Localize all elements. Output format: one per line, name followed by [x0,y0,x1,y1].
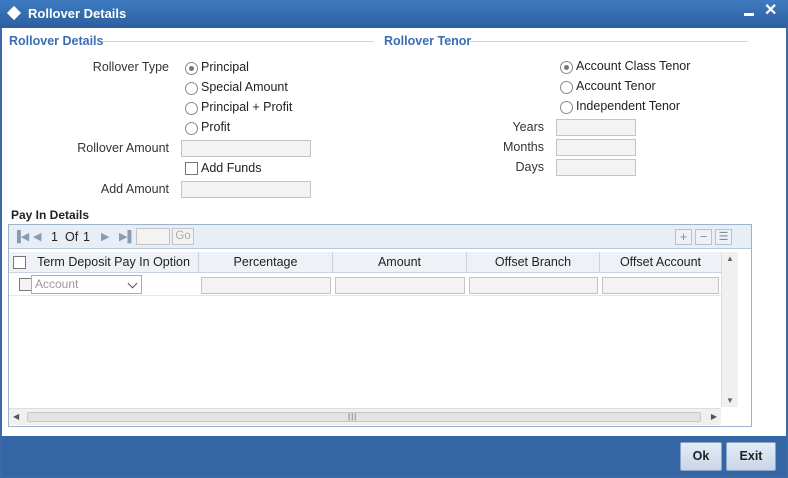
offset-account-field[interactable] [602,277,719,294]
rollover-amount-field[interactable] [181,140,311,157]
add-amount-label: Add Amount [100,182,169,196]
ok-button[interactable]: Ok [680,442,722,471]
grid-toolbar: ▐◀ ◀ 1 Of 1 ▶ ▶▌ Go + − ☰ [9,225,751,249]
exit-button[interactable]: Exit [726,442,776,471]
add-row-icon[interactable]: + [675,229,692,245]
radio-account-class-tenor[interactable] [560,61,573,74]
option-profit-label: Profit [201,120,231,134]
amount-field[interactable] [335,277,465,294]
vertical-scrollbar[interactable]: ▲ ▼ [721,252,738,407]
page-number-input[interactable] [136,228,170,245]
radio-principal-profit[interactable] [185,102,198,115]
rollover-details-divider [102,41,374,42]
col-percentage[interactable]: Percentage [199,252,333,273]
title-bar: Rollover Details ✕ [0,0,788,28]
option-principal-profit-label: Principal + Profit [201,100,293,114]
pay-in-details-title: Pay In Details [11,208,90,222]
days-label: Days [515,160,544,174]
option-account-tenor-label: Account Tenor [576,79,656,93]
scroll-right-icon[interactable]: ▶ [711,412,717,421]
rollover-tenor-title: Rollover Tenor [384,34,472,48]
rollover-tenor-divider [470,41,748,42]
horizontal-scrollbar[interactable]: ◀ ||| ▶ [9,408,721,425]
grid-header: Term Deposit Pay In Option Percentage Am… [9,252,721,273]
years-label: Years [512,120,544,134]
add-funds-label: Add Funds [201,161,262,175]
pay-in-option-select[interactable]: Account [31,275,142,294]
scroll-left-icon[interactable]: ◀ [13,412,19,421]
chevron-down-icon [127,278,138,289]
first-page-icon[interactable]: ▐◀ [13,230,29,243]
scroll-down-icon[interactable]: ▼ [726,396,734,405]
radio-account-tenor[interactable] [560,81,573,94]
rollover-details-title: Rollover Details [9,34,104,48]
years-field[interactable] [556,119,636,136]
scroll-up-icon[interactable]: ▲ [726,254,734,263]
go-button[interactable]: Go [172,228,194,245]
col-term-deposit-pay-in-option[interactable]: Term Deposit Pay In Option [29,252,199,273]
radio-independent-tenor[interactable] [560,101,573,114]
minimize-icon[interactable] [744,13,754,16]
rollover-type-label: Rollover Type [92,60,169,74]
scroll-thumb[interactable]: ||| [27,412,701,422]
rollover-amount-label: Rollover Amount [77,141,169,155]
dialog-body: Rollover Details Rollover Type Principal… [2,28,786,436]
close-icon[interactable]: ✕ [764,3,777,19]
page-total: 1 [83,230,90,244]
radio-principal[interactable] [185,62,198,75]
option-independent-tenor-label: Independent Tenor [576,99,681,113]
months-field[interactable] [556,139,636,156]
option-account-class-tenor-label: Account Class Tenor [576,59,691,73]
radio-profit[interactable] [185,122,198,135]
percentage-field[interactable] [201,277,331,294]
col-offset-branch[interactable]: Offset Branch [467,252,600,273]
page-current: 1 [51,230,58,244]
offset-branch-field[interactable] [469,277,598,294]
radio-special-amount[interactable] [185,82,198,95]
prev-page-icon[interactable]: ◀ [33,230,41,243]
col-amount[interactable]: Amount [333,252,467,273]
pay-in-option-value: Account [35,277,79,291]
option-principal-label: Principal [201,60,249,74]
window-diamond-icon [6,5,22,21]
grip-icon: ||| [348,412,358,421]
row-divider [9,295,721,296]
col-offset-account[interactable]: Offset Account [600,252,721,273]
last-page-icon[interactable]: ▶▌ [119,230,135,243]
add-funds-checkbox[interactable] [185,162,198,175]
footer-bar: Ok Exit [2,436,786,476]
months-label: Months [503,140,544,154]
page-of-label: Of [65,230,79,244]
add-amount-field[interactable] [181,181,311,198]
delete-row-icon[interactable]: − [695,229,712,245]
days-field[interactable] [556,159,636,176]
pay-in-grid: ▐◀ ◀ 1 Of 1 ▶ ▶▌ Go + − ☰ Term Deposit P… [8,224,752,427]
view-list-icon[interactable]: ☰ [715,229,732,245]
window-title: Rollover Details [28,6,127,21]
select-all-checkbox[interactable] [13,256,26,269]
option-special-amount-label: Special Amount [201,80,288,94]
next-page-icon[interactable]: ▶ [101,230,109,243]
